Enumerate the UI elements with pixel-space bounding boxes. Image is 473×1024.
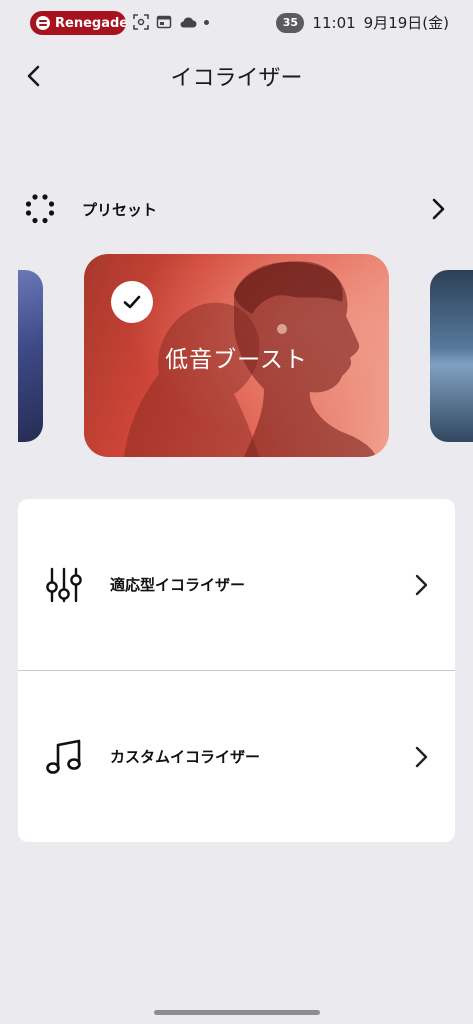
chevron-right-icon [415, 746, 428, 767]
notification-icons [133, 14, 209, 30]
music-note-icon [46, 739, 81, 774]
custom-equalizer-label: カスタムイコライザー [110, 748, 261, 766]
adaptive-equalizer-row[interactable]: 適応型イコライザー [18, 499, 455, 670]
selected-check-badge [111, 281, 153, 323]
checkmark-icon [123, 295, 141, 309]
preset-card-previous[interactable] [18, 270, 43, 442]
home-indicator[interactable] [154, 1010, 320, 1015]
adaptive-equalizer-label: 適応型イコライザー [110, 576, 246, 594]
equalizer-sliders-icon [46, 567, 82, 602]
header: イコライザー [0, 48, 473, 100]
media-pill[interactable]: Renegade [30, 11, 126, 35]
clock: 11:01 [312, 13, 356, 32]
cloud-icon [180, 17, 197, 28]
preset-label: プリセット [82, 200, 158, 219]
preset-dots-icon [25, 194, 55, 224]
status-bar: Renegade 35 11:01 9月19日(金) [0, 0, 473, 46]
chevron-right-icon [415, 574, 428, 595]
page-title: イコライザー [170, 66, 303, 91]
calendar-icon [156, 15, 172, 29]
date: 9月19日(金) [363, 14, 449, 32]
preset-row[interactable]: プリセット [18, 186, 458, 232]
preset-card-next[interactable] [430, 270, 473, 442]
equalizer-options-panel: 適応型イコライザー カスタムイコライザー [18, 499, 455, 842]
screenshot-icon [133, 14, 149, 30]
more-notifications-dot [204, 19, 209, 25]
chevron-right-icon [432, 198, 445, 220]
preset-name: 低音ブースト [165, 347, 308, 373]
preset-card-selected[interactable]: 低音ブースト [84, 254, 389, 457]
custom-equalizer-row[interactable]: カスタムイコライザー [18, 671, 455, 842]
battery-icon: 35 [276, 12, 305, 33]
media-app-label: Renegade [55, 15, 126, 31]
spotify-icon [36, 16, 50, 30]
status-right: 35 11:01 9月19日(金) [276, 12, 449, 33]
